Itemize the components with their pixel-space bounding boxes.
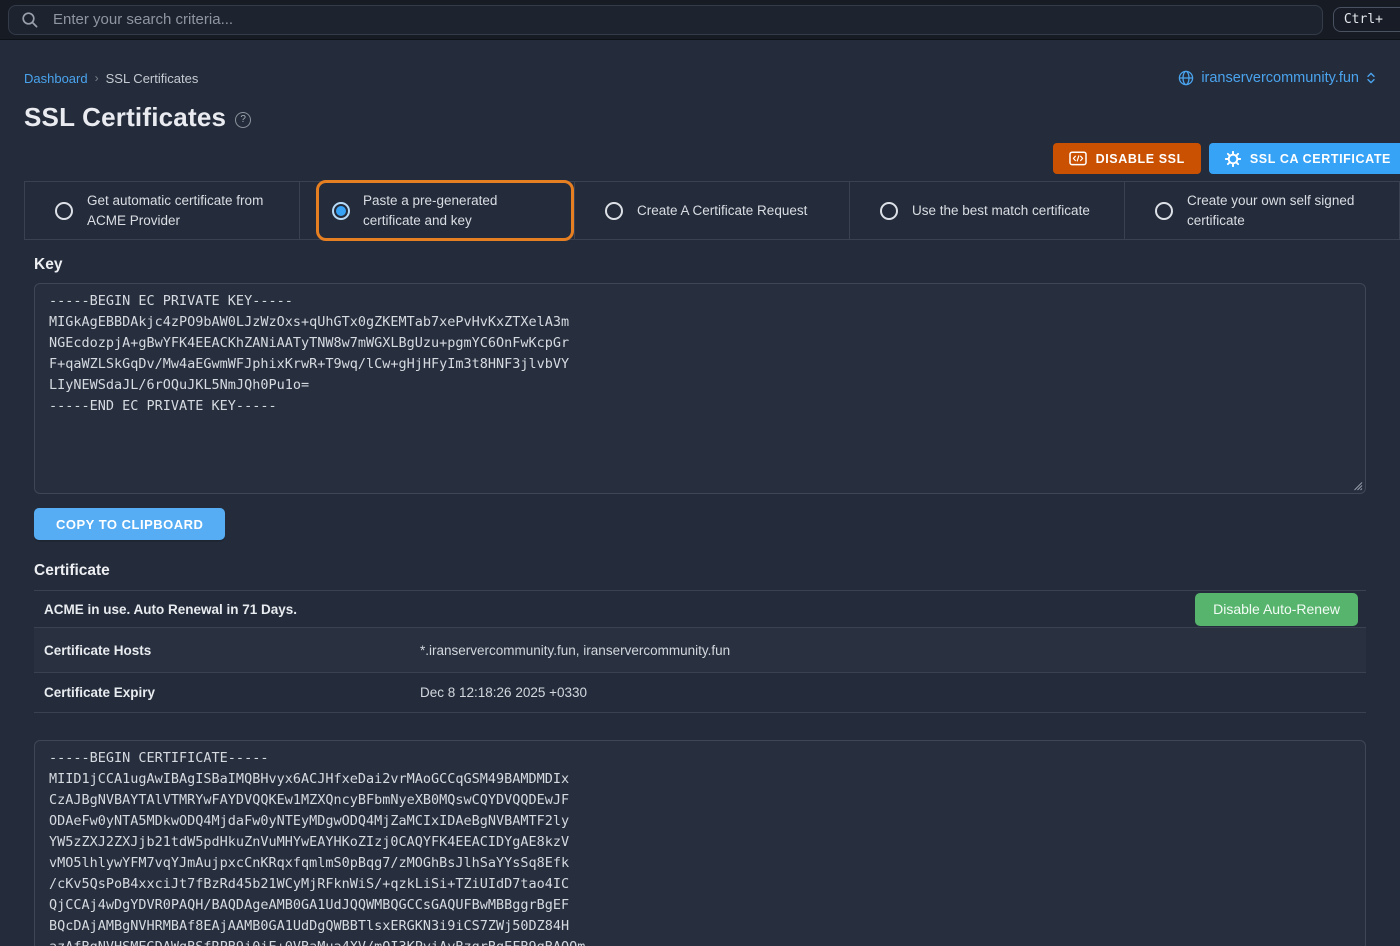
certificate-info-table: ACME in use. Auto Renewal in 71 Days. Di… bbox=[34, 590, 1366, 713]
key-heading: Key bbox=[34, 256, 1376, 274]
topbar: Ctrl+ bbox=[0, 0, 1400, 40]
certificate-textarea-wrap: -----BEGIN CERTIFICATE----- MIID1jCCA1ug… bbox=[34, 740, 1366, 946]
breadcrumb-current: SSL Certificates bbox=[106, 71, 199, 86]
search-input[interactable] bbox=[53, 11, 1310, 28]
code-window-icon bbox=[1069, 151, 1087, 166]
row-label: Certificate Hosts bbox=[44, 643, 420, 658]
option-paste-pregenerated[interactable]: Paste a pre-generated certificate and ke… bbox=[300, 182, 575, 239]
disable-ssl-button[interactable]: DISABLE SSL bbox=[1053, 143, 1201, 174]
keyboard-shortcut-hint: Ctrl+ bbox=[1333, 7, 1400, 32]
radio-icon[interactable] bbox=[55, 202, 73, 220]
breadcrumb-dashboard-link[interactable]: Dashboard bbox=[24, 71, 88, 86]
resize-handle-icon[interactable] bbox=[1351, 479, 1363, 491]
breadcrumb: Dashboard › SSL Certificates bbox=[24, 71, 198, 86]
ssl-ca-certificate-label: SSL CA CERTIFICATE bbox=[1250, 152, 1391, 166]
copy-to-clipboard-button[interactable]: COPY TO CLIPBOARD bbox=[34, 508, 225, 540]
option-acme-provider[interactable]: Get automatic certificate from ACME Prov… bbox=[25, 182, 300, 239]
option-best-match[interactable]: Use the best match certificate bbox=[850, 182, 1125, 239]
certificate-mode-options: Get automatic certificate from ACME Prov… bbox=[24, 181, 1400, 240]
chevron-updown-icon bbox=[1366, 72, 1376, 84]
row-label: Certificate Expiry bbox=[44, 685, 420, 700]
page-actions: DISABLE SSL SSL CA CERTIFICATE bbox=[24, 143, 1400, 174]
radio-icon[interactable] bbox=[605, 202, 623, 220]
option-label: Create A Certificate Request bbox=[637, 201, 807, 221]
acme-status-text: ACME in use. Auto Renewal in 71 Days. bbox=[44, 602, 297, 617]
search-icon bbox=[21, 11, 39, 29]
domain-selector[interactable]: iranservercommunity.fun bbox=[1178, 70, 1376, 86]
page-title: SSL Certificates bbox=[24, 102, 226, 133]
option-label: Use the best match certificate bbox=[912, 201, 1090, 221]
certificate-textarea[interactable]: -----BEGIN CERTIFICATE----- MIID1jCCA1ug… bbox=[34, 740, 1366, 946]
private-key-textarea[interactable]: -----BEGIN EC PRIVATE KEY----- MIGkAgEBB… bbox=[34, 283, 1366, 494]
radio-icon[interactable] bbox=[880, 202, 898, 220]
certificate-heading: Certificate bbox=[34, 562, 1376, 580]
ssl-ca-certificate-button[interactable]: SSL CA CERTIFICATE bbox=[1209, 143, 1400, 174]
option-label: Paste a pre-generated certificate and ke… bbox=[363, 191, 558, 230]
option-certificate-request[interactable]: Create A Certificate Request bbox=[575, 182, 850, 239]
table-row-certificate-hosts: Certificate Hosts *.iranservercommunity.… bbox=[34, 628, 1366, 673]
globe-icon bbox=[1178, 70, 1194, 86]
help-icon[interactable]: ? bbox=[235, 112, 251, 128]
acme-status-row: ACME in use. Auto Renewal in 71 Days. Di… bbox=[34, 591, 1366, 628]
disable-auto-renew-button[interactable]: Disable Auto-Renew bbox=[1195, 593, 1358, 626]
global-search-box[interactable] bbox=[8, 5, 1323, 35]
option-self-signed[interactable]: Create your own self signed certificate bbox=[1125, 182, 1400, 239]
main-content: Dashboard › SSL Certificates iranserverc… bbox=[0, 70, 1400, 946]
breadcrumb-separator: › bbox=[95, 71, 99, 85]
table-row-certificate-expiry: Certificate Expiry Dec 8 12:18:26 2025 +… bbox=[34, 673, 1366, 713]
option-label: Get automatic certificate from ACME Prov… bbox=[87, 191, 299, 230]
selected-option-highlight: Paste a pre-generated certificate and ke… bbox=[316, 180, 574, 241]
row-value: *.iranservercommunity.fun, iranservercom… bbox=[420, 643, 730, 658]
key-textarea-wrap: -----BEGIN EC PRIVATE KEY----- MIGkAgEBB… bbox=[34, 283, 1366, 494]
gear-icon bbox=[1225, 151, 1241, 167]
radio-icon[interactable] bbox=[1155, 202, 1173, 220]
row-value: Dec 8 12:18:26 2025 +0330 bbox=[420, 685, 587, 700]
radio-checked-icon[interactable] bbox=[332, 202, 350, 220]
domain-selector-value: iranservercommunity.fun bbox=[1201, 70, 1359, 86]
disable-ssl-label: DISABLE SSL bbox=[1096, 152, 1185, 166]
option-label: Create your own self signed certificate bbox=[1187, 191, 1399, 230]
